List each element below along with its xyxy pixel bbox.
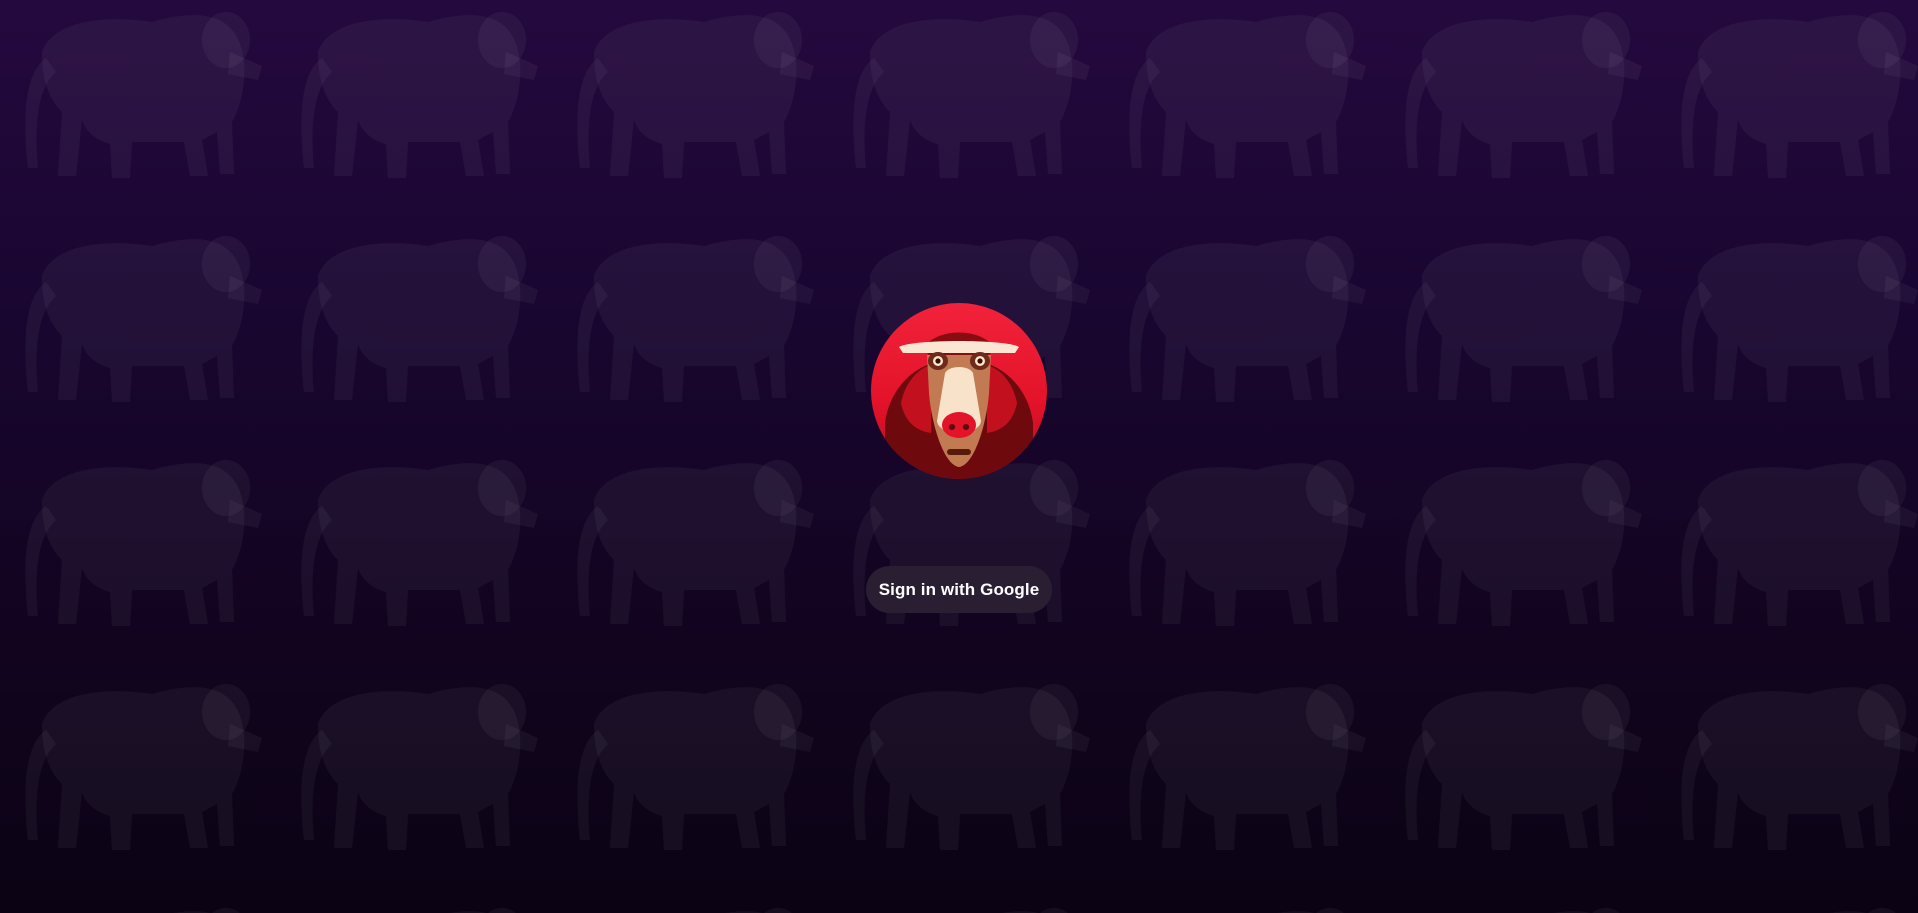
logo [871, 303, 1047, 479]
baboon-face-icon [871, 303, 1047, 479]
sign-in-with-google-button[interactable]: Sign in with Google [866, 566, 1052, 613]
